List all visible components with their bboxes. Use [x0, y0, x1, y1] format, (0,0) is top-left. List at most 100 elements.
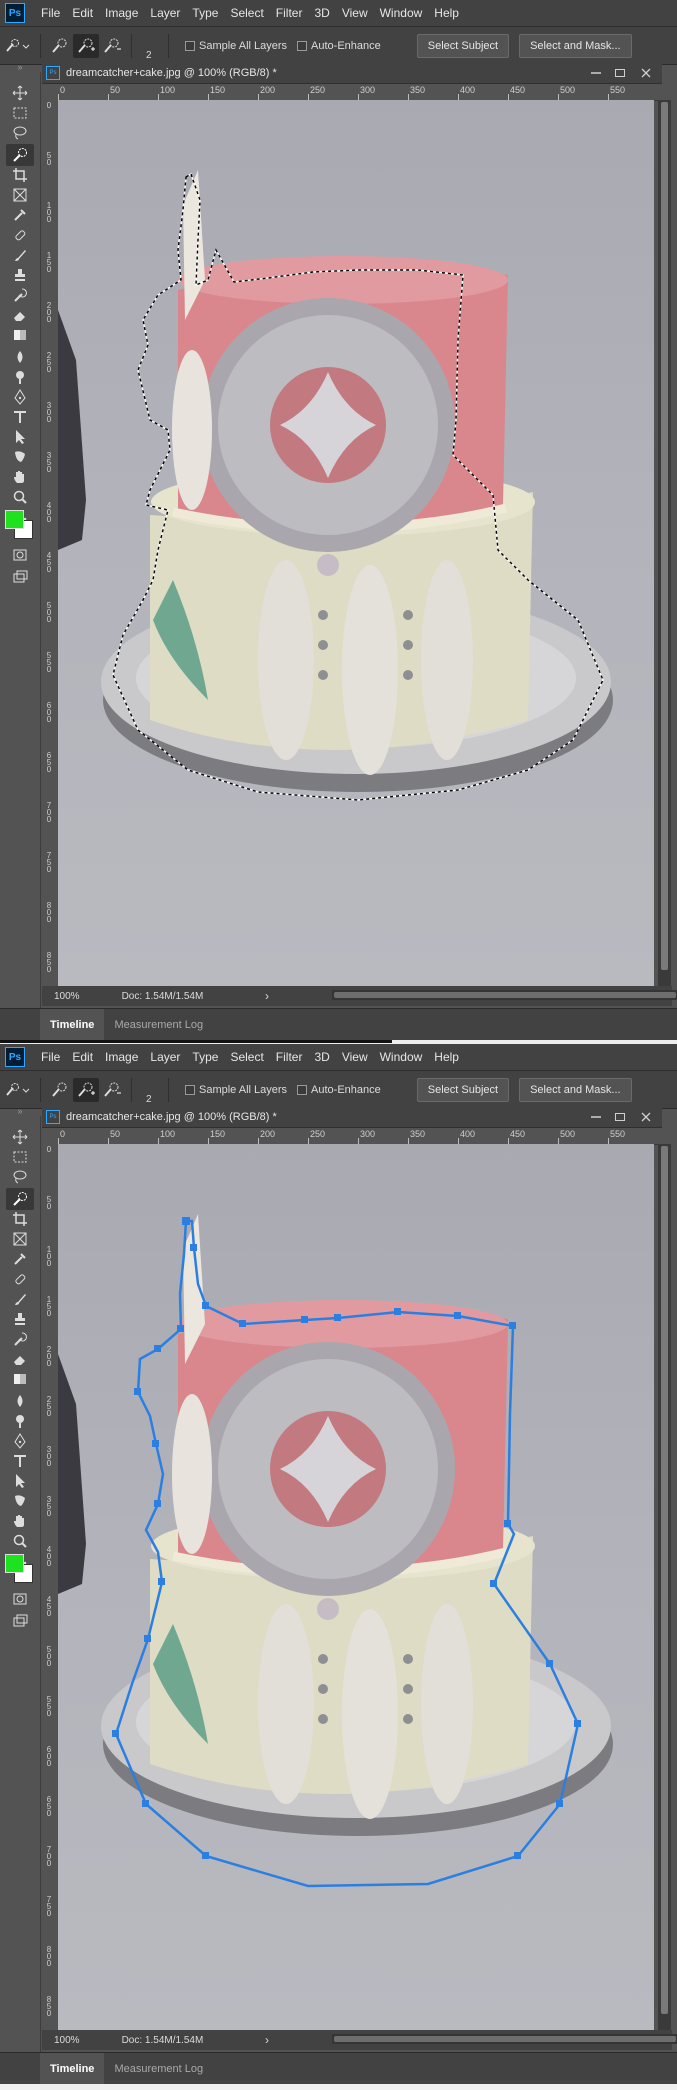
anchor-point[interactable]: [504, 1520, 511, 1527]
status-menu-arrow-icon[interactable]: ›: [265, 989, 269, 1003]
tool-frame[interactable]: [6, 184, 34, 206]
toolbar-collapse-toggle[interactable]: »: [0, 1107, 40, 1116]
document-canvas[interactable]: [58, 100, 654, 986]
anchor-point[interactable]: [301, 1316, 308, 1323]
restore-button[interactable]: [614, 1107, 626, 1127]
anchor-point[interactable]: [154, 1345, 161, 1352]
tool-path-selection[interactable]: [6, 426, 34, 448]
tool-history-brush[interactable]: [6, 1328, 34, 1350]
close-document-button[interactable]: [640, 63, 652, 83]
menu-type[interactable]: Type: [192, 6, 218, 20]
menu-select[interactable]: Select: [230, 6, 263, 20]
menu-edit[interactable]: Edit: [72, 6, 93, 20]
tool-quick-mask[interactable]: [6, 544, 34, 566]
tool-brush[interactable]: [6, 244, 34, 266]
sample-all-layers-checkbox[interactable]: [185, 1084, 195, 1095]
anchor-point[interactable]: [158, 1578, 165, 1585]
tool-blur[interactable]: [6, 1390, 34, 1412]
anchor-point[interactable]: [177, 1325, 184, 1332]
select-and-mask-button[interactable]: Select and Mask...: [519, 33, 632, 58]
tool-eyedropper[interactable]: [6, 204, 34, 226]
anchor-point[interactable]: [454, 1312, 461, 1319]
sample-all-layers-option[interactable]: Sample All Layers: [185, 40, 287, 52]
tool-blur[interactable]: [6, 346, 34, 368]
auto-enhance-checkbox[interactable]: [297, 40, 308, 51]
menu-edit[interactable]: Edit: [72, 1050, 93, 1064]
horizontal-scroll-thumb[interactable]: [334, 992, 676, 998]
subtract-from-selection-button[interactable]: [99, 34, 125, 58]
new-selection-button[interactable]: [47, 34, 73, 58]
tool-marquee[interactable]: [6, 1146, 34, 1168]
tool-move[interactable]: [6, 1126, 34, 1148]
tool-clone-stamp[interactable]: [6, 264, 34, 286]
subtract-from-selection-button[interactable]: [99, 1078, 125, 1102]
anchor-point[interactable]: [134, 1388, 141, 1395]
tool-hand[interactable]: [6, 1510, 34, 1532]
tool-lasso[interactable]: [6, 122, 34, 144]
menu-view[interactable]: View: [342, 6, 368, 20]
tool-lasso[interactable]: [6, 1166, 34, 1188]
brush-size-picker[interactable]: 2: [138, 1075, 162, 1105]
vertical-ruler[interactable]: 0 50 100 150 200 250 300 350 400 450 500 550 600 650 7…: [42, 1144, 59, 2030]
tool-screen-mode[interactable]: [6, 1610, 34, 1632]
menu-layer[interactable]: Layer: [150, 6, 180, 20]
foreground-color-swatch[interactable]: [5, 510, 24, 529]
tool-gradient[interactable]: [6, 324, 34, 346]
menu-select[interactable]: Select: [230, 1050, 263, 1064]
anchor-point[interactable]: [112, 1730, 119, 1737]
tool-zoom[interactable]: [6, 486, 34, 508]
horizontal-ruler[interactable]: 0 50 100 150 200 250 300 350 400 450 500 550: [58, 1128, 658, 1145]
foreground-color-swatch[interactable]: [5, 1554, 24, 1573]
menu-view[interactable]: View: [342, 1050, 368, 1064]
auto-enhance-option[interactable]: Auto-Enhance: [297, 1084, 381, 1096]
sample-all-layers-checkbox[interactable]: [185, 40, 195, 51]
brush-size-picker[interactable]: 2: [138, 31, 162, 61]
menu-file[interactable]: File: [41, 6, 60, 20]
tool-crop[interactable]: [6, 1208, 34, 1230]
minimize-button[interactable]: [590, 1107, 602, 1127]
tool-eraser[interactable]: [6, 1348, 34, 1370]
toolbar-collapse-toggle[interactable]: »: [0, 63, 40, 72]
document-tab[interactable]: Ps dreamcatcher+cake.jpg @ 100% (RGB/8) …: [42, 63, 662, 84]
horizontal-ruler[interactable]: 0 50 100 150 200 250 300 350 400 450 500 550: [58, 84, 658, 101]
photoshop-logo[interactable]: Ps: [5, 1047, 25, 1067]
tool-dodge[interactable]: [6, 1410, 34, 1432]
minimize-button[interactable]: [590, 63, 602, 83]
tool-gradient[interactable]: [6, 1368, 34, 1390]
tab-timeline[interactable]: Timeline: [40, 1009, 105, 1040]
menu-filter[interactable]: Filter: [276, 1050, 303, 1064]
add-to-selection-button[interactable]: [73, 33, 99, 58]
tool-shape[interactable]: [6, 1490, 34, 1512]
anchor-point[interactable]: [556, 1800, 563, 1807]
menu-help[interactable]: Help: [434, 6, 459, 20]
vertical-ruler[interactable]: 0 50 100 150 200 250 300 350 400 450 500 550 600 650 7…: [42, 100, 59, 986]
select-subject-button[interactable]: Select Subject: [416, 33, 510, 58]
select-subject-button[interactable]: Select Subject: [416, 1077, 510, 1102]
tool-history-brush[interactable]: [6, 284, 34, 306]
ruler-origin[interactable]: [42, 84, 58, 100]
tool-preset-picker[interactable]: [0, 34, 34, 58]
vertical-scroll-thumb[interactable]: [661, 102, 668, 970]
tool-zoom[interactable]: [6, 1530, 34, 1552]
sample-all-layers-option[interactable]: Sample All Layers: [185, 1084, 287, 1096]
vertical-scrollbar[interactable]: [658, 100, 671, 986]
document-canvas[interactable]: [58, 1144, 654, 2030]
tool-pen[interactable]: [6, 386, 34, 408]
anchor-point[interactable]: [142, 1800, 149, 1807]
restore-button[interactable]: [614, 63, 626, 83]
menu-layer[interactable]: Layer: [150, 1050, 180, 1064]
tool-preset-picker[interactable]: [0, 1078, 34, 1102]
select-and-mask-button[interactable]: Select and Mask...: [519, 1077, 632, 1102]
horizontal-scrollbar[interactable]: [332, 990, 677, 1000]
tool-eyedropper[interactable]: [6, 1248, 34, 1270]
tool-quick-selection[interactable]: [6, 144, 34, 166]
tool-type[interactable]: [6, 406, 34, 428]
menu-image[interactable]: Image: [105, 1050, 138, 1064]
tool-eraser[interactable]: [6, 304, 34, 326]
tool-dodge[interactable]: [6, 366, 34, 388]
anchor-point[interactable]: [574, 1720, 581, 1727]
tool-marquee[interactable]: [6, 102, 34, 124]
document-tab[interactable]: Ps dreamcatcher+cake.jpg @ 100% (RGB/8) …: [42, 1107, 662, 1128]
tool-quick-mask[interactable]: [6, 1588, 34, 1610]
menu-help[interactable]: Help: [434, 1050, 459, 1064]
